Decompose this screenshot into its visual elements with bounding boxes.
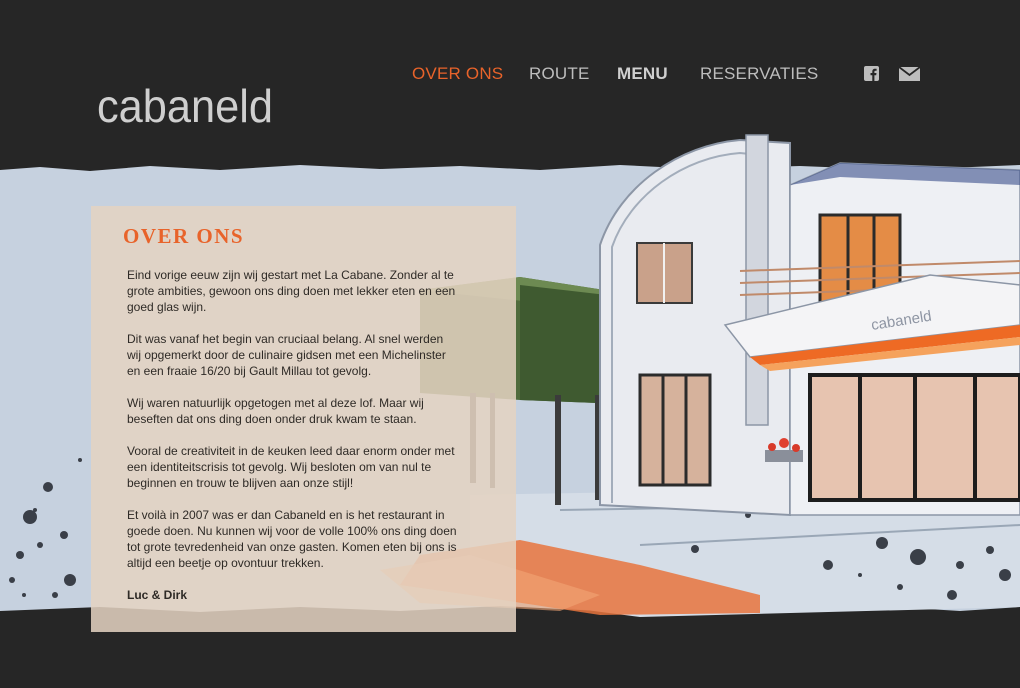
about-paragraph: Vooral de creativiteit in de keuken leed… — [127, 444, 455, 490]
nav-reservaties[interactable]: RESERVATIES — [700, 64, 818, 84]
logo-text: cabaneld — [97, 80, 273, 130]
about-paragraph: Dit was vanaf het begin van cruciaal bel… — [127, 332, 446, 378]
about-paragraph: Et voilà in 2007 was er dan Cabaneld en … — [127, 508, 457, 570]
building: cabaneld — [599, 134, 1020, 517]
about-signature: Luc & Dirk — [127, 588, 188, 602]
nav-over-ons[interactable]: OVER ONS — [412, 64, 503, 84]
mail-link[interactable] — [898, 66, 921, 86]
about-heading: OVER ONS — [123, 224, 245, 248]
about-paragraph: Wij waren natuurlijk opgetogen met al de… — [127, 396, 424, 426]
facebook-link[interactable] — [864, 66, 879, 86]
about-body: Eind vorige eeuw zijn wij gestart met La… — [127, 267, 457, 619]
about-panel: OVER ONS Eind vorige eeuw zijn wij gesta… — [91, 206, 516, 632]
about-paragraph: Eind vorige eeuw zijn wij gestart met La… — [127, 268, 456, 314]
cabaneld-logo[interactable]: cabaneld — [97, 60, 277, 132]
facebook-icon — [864, 66, 879, 81]
nav-route[interactable]: ROUTE — [529, 64, 590, 84]
mail-icon — [898, 66, 921, 81]
nav-menu[interactable]: MENU — [617, 64, 668, 84]
